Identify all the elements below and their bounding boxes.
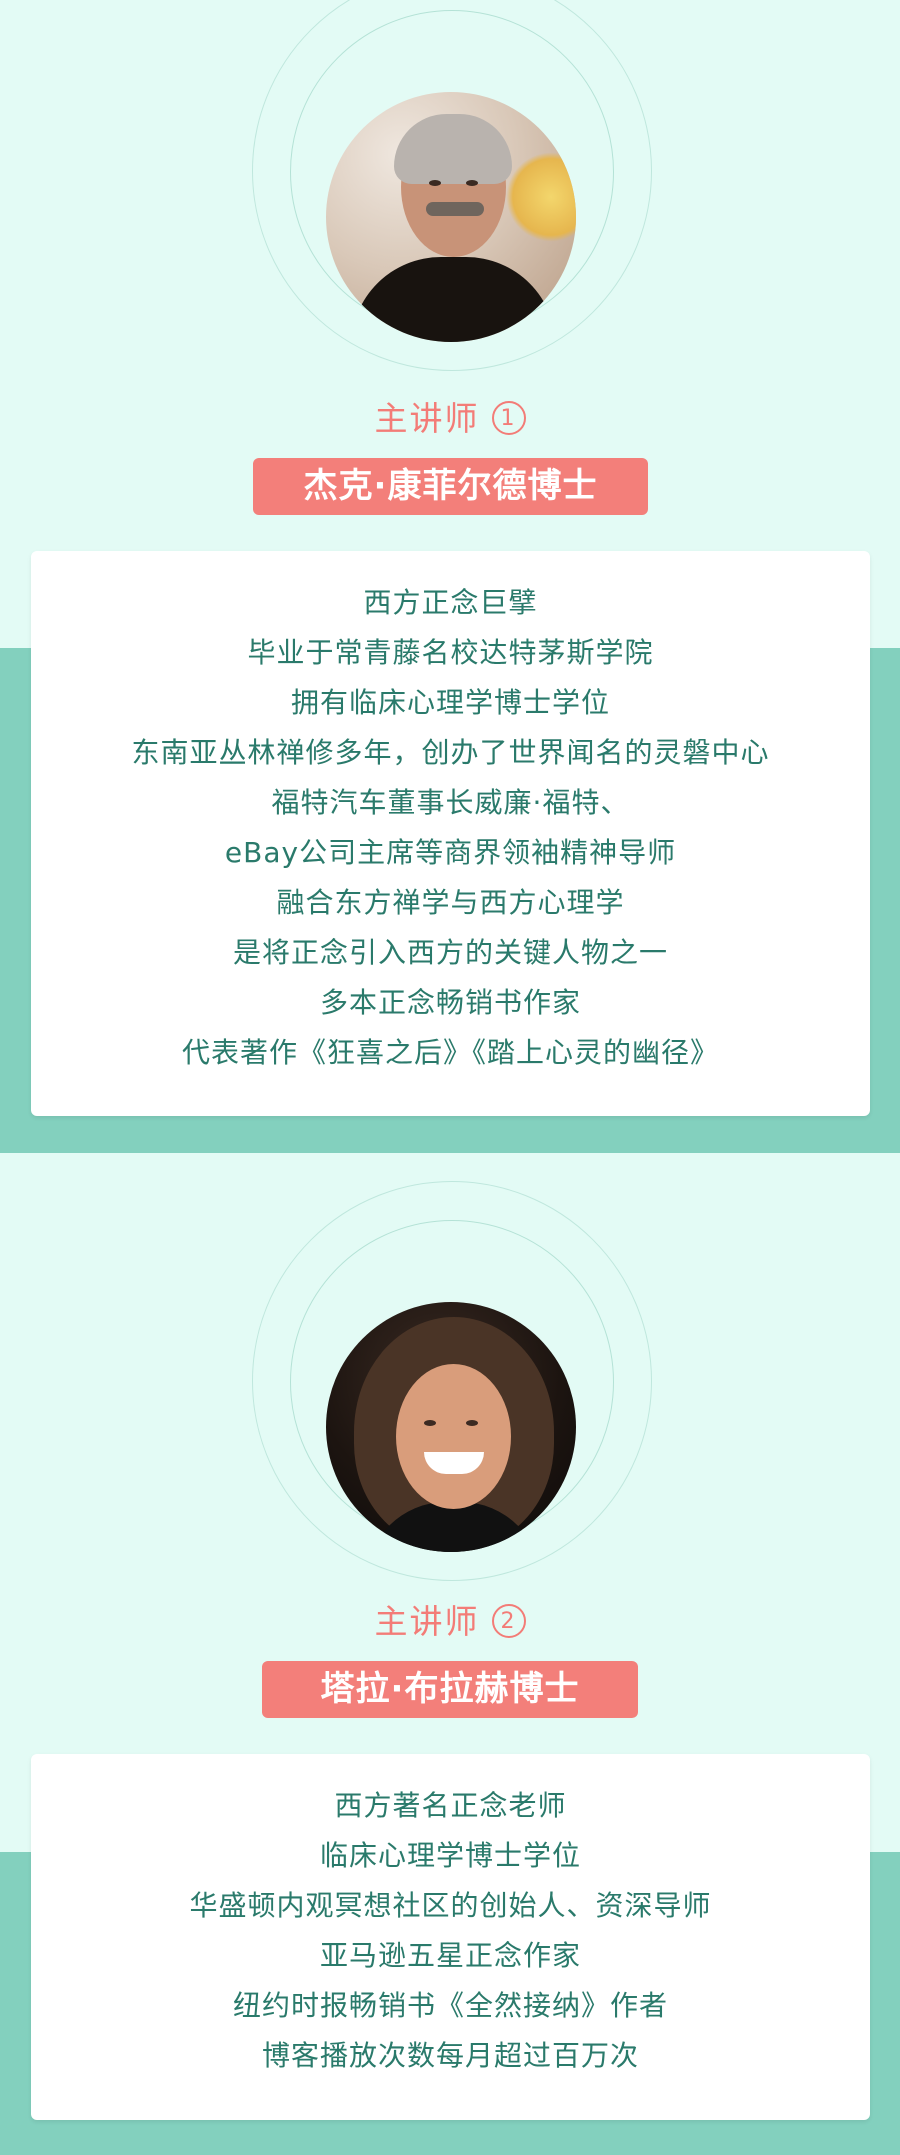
speaker-1-bio-list: 西方正念巨擘 毕业于常青藤名校达特茅斯学院 拥有临床心理学博士学位 东南亚丛林禅… — [31, 551, 870, 1078]
bio-line: 博客播放次数每月超过百万次 — [261, 2039, 639, 2072]
bio-line: eBay公司主席等商界领袖精神导师 — [224, 836, 677, 869]
bio-line: 东南亚丛林禅修多年，创办了世界闻名的灵磐中心 — [131, 736, 770, 769]
bio-line: 西方正念巨擘 — [363, 586, 538, 619]
speaker-1-avatar-area — [0, 0, 900, 371]
photo-eye — [424, 1420, 436, 1426]
bio-line: 西方著名正念老师 — [334, 1789, 567, 1822]
bio-line: 多本正念畅销书作家 — [319, 986, 581, 1019]
speaker-number-badge: 1 — [491, 400, 526, 435]
bio-line: 华盛顿内观冥想社区的创始人、资深导师 — [189, 1889, 712, 1922]
bio-line: 拥有临床心理学博士学位 — [290, 686, 610, 719]
speaker-2-bio-list: 西方著名正念老师 临床心理学博士学位 华盛顿内观冥想社区的创始人、资深导师 亚马… — [31, 1754, 870, 2081]
speaker-2-name: 塔拉·布拉赫博士 — [262, 1661, 638, 1718]
photo-eye — [466, 180, 478, 186]
photo-eye — [429, 180, 441, 186]
speaker-number-badge: 2 — [491, 1603, 526, 1638]
speaker-1-bio-card: 西方正念巨擘 毕业于常青藤名校达特茅斯学院 拥有临床心理学博士学位 东南亚丛林禅… — [31, 551, 870, 1116]
bio-line: 亚马逊五星正念作家 — [319, 1939, 581, 1972]
bio-line: 融合东方禅学与西方心理学 — [276, 886, 625, 919]
photo-eye — [466, 1420, 478, 1426]
bio-line: 纽约时报畅销书《全然接纳》作者 — [232, 1989, 668, 2022]
bio-line: 毕业于常青藤名校达特茅斯学院 — [247, 636, 654, 669]
speaker-label-text: 主讲师 — [374, 399, 480, 438]
bio-line: 临床心理学博士学位 — [319, 1839, 581, 1872]
photo-hair — [394, 114, 512, 184]
bio-line: 是将正念引入西方的关键人物之一 — [232, 936, 668, 969]
bio-line: 福特汽车董事长威廉·福特、 — [271, 786, 630, 819]
speaker-label-text: 主讲师 — [374, 1602, 480, 1641]
speaker-1-label: 主讲师 1 — [0, 392, 900, 440]
speaker-1-name: 杰克·康菲尔德博士 — [253, 458, 648, 515]
speaker-1-photo — [326, 92, 576, 342]
photo-mustache — [426, 202, 484, 216]
speaker-2-photo — [326, 1302, 576, 1552]
speaker-2-avatar-area — [0, 1181, 900, 1581]
bio-line: 代表著作《狂喜之后》《踏上心灵的幽径》 — [181, 1036, 719, 1069]
speaker-page: 主讲师 1 杰克·康菲尔德博士 西方正念巨擘 毕业于常青藤名校达特茅斯学院 拥有临… — [0, 0, 900, 2155]
speaker-2-bio-card: 西方著名正念老师 临床心理学博士学位 华盛顿内观冥想社区的创始人、资深导师 亚马… — [31, 1754, 870, 2120]
photo-face — [396, 1364, 511, 1509]
speaker-2-label: 主讲师 2 — [0, 1595, 900, 1643]
photo-body — [351, 257, 556, 342]
